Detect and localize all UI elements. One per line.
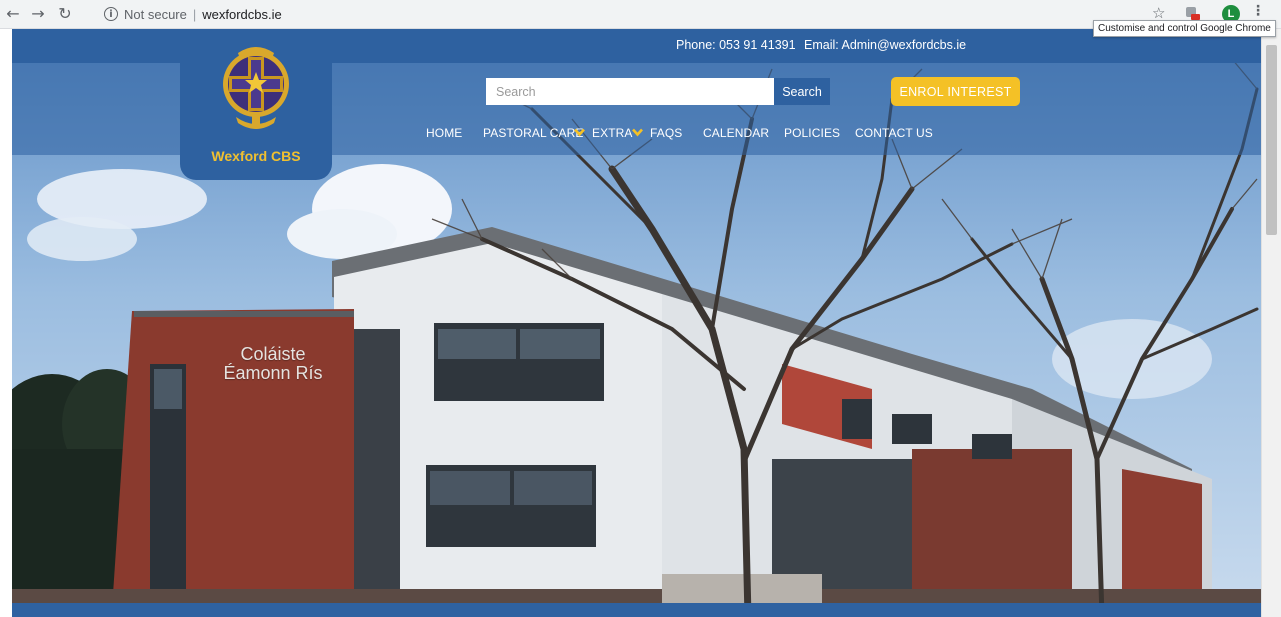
url-text[interactable]: wexfordcbs.ie (202, 7, 281, 22)
info-icon[interactable]: i (104, 7, 118, 21)
section-band (12, 603, 1261, 617)
chevron-down-icon[interactable] (574, 128, 585, 137)
menu-dots-icon[interactable]: ⋮ (1251, 3, 1265, 19)
search-input[interactable] (486, 78, 774, 105)
security-label: Not secure (124, 6, 187, 22)
building-sign-line2: Éamonn Rís (223, 363, 323, 383)
page-viewport: Coláiste Éamonn Rís Phone: 053 91 41391 … (12, 29, 1261, 617)
building-sign: Coláiste Éamonn Rís (208, 345, 338, 383)
email-address[interactable]: Email: Admin@wexfordcbs.ie (804, 38, 966, 52)
building-sign-line1: Coláiste (240, 344, 306, 364)
nav-calendar[interactable]: CALENDAR (703, 126, 769, 140)
enrol-interest-button[interactable]: ENROL INTEREST (891, 77, 1020, 106)
extension-icon[interactable] (1186, 7, 1200, 21)
nav-home[interactable]: HOME (426, 126, 462, 140)
address-bar[interactable]: i Not secure | wexfordcbs.ie (104, 3, 1134, 25)
search-button[interactable]: Search (774, 78, 830, 105)
nav-faqs[interactable]: FAQS (650, 126, 682, 140)
browser-toolbar: ← → ↻ i Not secure | wexfordcbs.ie ☆ L ⋮ (0, 0, 1281, 29)
logo-text: Wexford CBS (211, 148, 301, 164)
crest-icon (223, 47, 289, 129)
url-separator: | (192, 6, 197, 22)
nav-extra[interactable]: EXTRA (592, 126, 633, 140)
chrome-menu-tooltip: Customise and control Google Chrome (1093, 20, 1276, 37)
nav-policies[interactable]: POLICIES (784, 126, 840, 140)
page-scrollbar[interactable] (1261, 29, 1281, 617)
chevron-down-icon[interactable] (632, 128, 643, 137)
site-logo[interactable]: Wexford CBS (180, 29, 332, 180)
reload-icon[interactable]: ↻ (55, 4, 75, 24)
phone-number[interactable]: Phone: 053 91 41391 (676, 38, 796, 52)
scrollbar-thumb[interactable] (1266, 45, 1277, 235)
nav-pastoral-care[interactable]: PASTORAL CARE (483, 126, 583, 140)
arrow-left-icon[interactable]: ← (3, 4, 23, 24)
nav-contact-us[interactable]: CONTACT US (855, 126, 933, 140)
arrow-right-icon[interactable]: → (28, 4, 48, 24)
